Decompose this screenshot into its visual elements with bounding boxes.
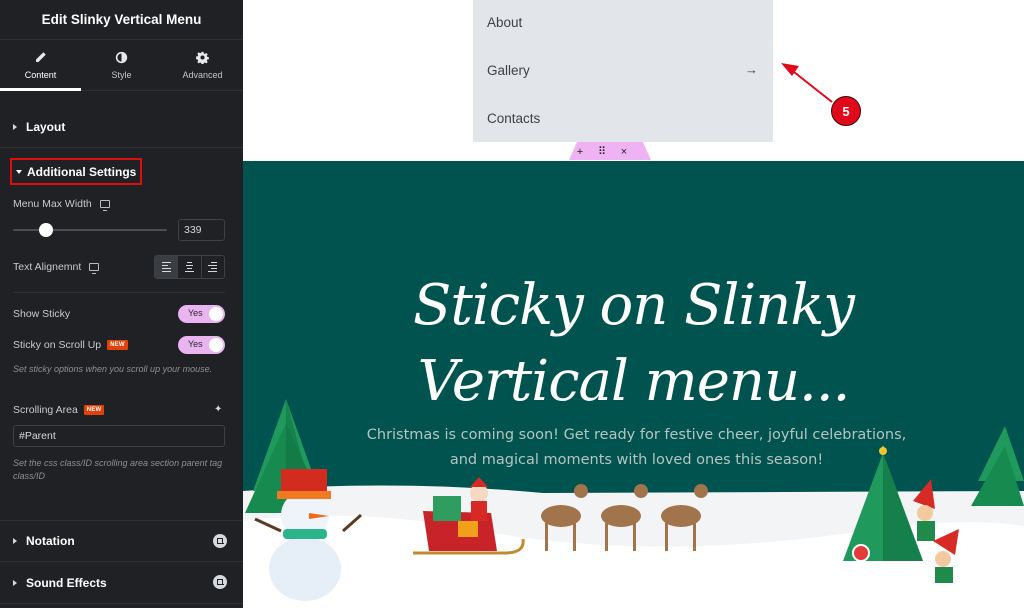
section-label: Layout <box>26 119 66 134</box>
scrolling-area-input[interactable] <box>13 425 225 447</box>
tab-label: Style <box>111 69 132 80</box>
label-text: Sticky on Scroll Up <box>13 339 102 351</box>
show-sticky-toggle[interactable]: Yes <box>178 305 225 323</box>
hero-title-line: Vertical menu... <box>417 349 851 414</box>
label-text: Show Sticky <box>13 308 71 320</box>
align-left-button[interactable] <box>155 256 179 278</box>
sticky-scroll-up-label: Sticky on Scroll Up NEW <box>13 339 128 351</box>
text-alignment-group <box>154 255 225 279</box>
toggle-label: Yes <box>188 308 203 318</box>
section-layout[interactable]: Layout <box>0 106 243 148</box>
new-badge: NEW <box>107 340 128 350</box>
tab-content[interactable]: Content <box>0 40 81 91</box>
align-right-icon <box>208 262 218 272</box>
label-text: Text Alignemnt <box>13 261 82 273</box>
align-center-icon <box>184 262 194 272</box>
hero-title-line: Sticky on Slinky <box>413 273 855 338</box>
divider <box>13 292 225 293</box>
section-label: Notation <box>26 534 75 548</box>
menu-max-width-input[interactable] <box>178 219 225 241</box>
pencil-icon <box>36 51 46 62</box>
align-left-icon <box>161 262 171 272</box>
panel-tabs: Content Style Advanced <box>0 40 243 91</box>
annotation-arrow-line <box>793 71 833 103</box>
text-alignment-label: Text Alignemnt <box>13 261 100 274</box>
hero-subtitle: Christmas is coming soon! Get ready for … <box>366 427 907 468</box>
annotation-arrow <box>781 63 833 103</box>
annotation-badge: 5 <box>831 96 861 126</box>
scrolling-area-label: Scrolling Area NEW <box>13 404 105 416</box>
editor-panel: Edit Slinky Vertical Menu Content Style … <box>0 0 243 608</box>
label-text: Menu Max Width <box>13 198 92 210</box>
pro-icon <box>213 575 227 589</box>
hero-section: Sticky on Slinky Vertical menu... Christ… <box>243 161 1024 608</box>
align-center-button[interactable] <box>178 256 202 278</box>
section-label: Additional Settings <box>27 164 137 179</box>
desktop-icon[interactable] <box>89 263 100 274</box>
slider-handle[interactable] <box>39 223 53 237</box>
tab-style[interactable]: Style <box>81 40 162 90</box>
gear-icon <box>196 51 209 64</box>
caret-down-icon <box>16 169 22 174</box>
show-sticky-label: Show Sticky <box>13 308 70 320</box>
section-sound-effects[interactable]: Sound Effects <box>0 562 243 604</box>
menu-max-width-label: Menu Max Width <box>13 198 110 211</box>
caret-right-icon <box>13 538 17 544</box>
tab-label: Advanced <box>182 69 223 80</box>
caret-right-icon <box>13 123 17 130</box>
toggle-knob <box>209 307 223 321</box>
ai-sparkle-icon[interactable]: ✦ <box>214 404 222 415</box>
toggle-label: Yes <box>188 339 203 349</box>
toggle-knob <box>209 338 223 352</box>
new-badge: NEW <box>83 405 105 415</box>
align-right-button[interactable] <box>202 256 224 278</box>
sticky-hint: Set sticky options when you scroll up yo… <box>13 364 213 374</box>
label-text: Scrolling Area <box>13 404 78 416</box>
menu-max-width-slider[interactable] <box>13 229 167 231</box>
scrolling-area-hint: Set the css class/ID scrolling area sect… <box>13 458 223 481</box>
preview-canvas: About Gallery → Contacts + ⠿ × 5 Sticky … <box>243 0 1024 608</box>
section-notation[interactable]: Notation <box>0 520 243 562</box>
panel-title: Edit Slinky Vertical Menu <box>41 12 202 27</box>
pine-tree-right <box>971 426 1024 506</box>
elementor-editor: Edit Slinky Vertical Menu Content Style … <box>0 0 1024 608</box>
section-additional-settings[interactable]: Additional Settings <box>10 158 142 185</box>
sticky-scroll-up-toggle[interactable]: Yes <box>178 336 225 354</box>
half-circle-icon <box>115 51 128 63</box>
tab-advanced[interactable]: Advanced <box>162 40 243 90</box>
panel-header: Edit Slinky Vertical Menu <box>0 0 243 40</box>
caret-right-icon <box>13 579 17 586</box>
section-label: Sound Effects <box>26 575 107 590</box>
tab-label: Content <box>24 69 57 80</box>
hero-title: Sticky on Slinky Vertical menu... <box>243 268 1024 420</box>
pro-icon <box>213 534 227 548</box>
desktop-icon[interactable] <box>99 200 110 211</box>
